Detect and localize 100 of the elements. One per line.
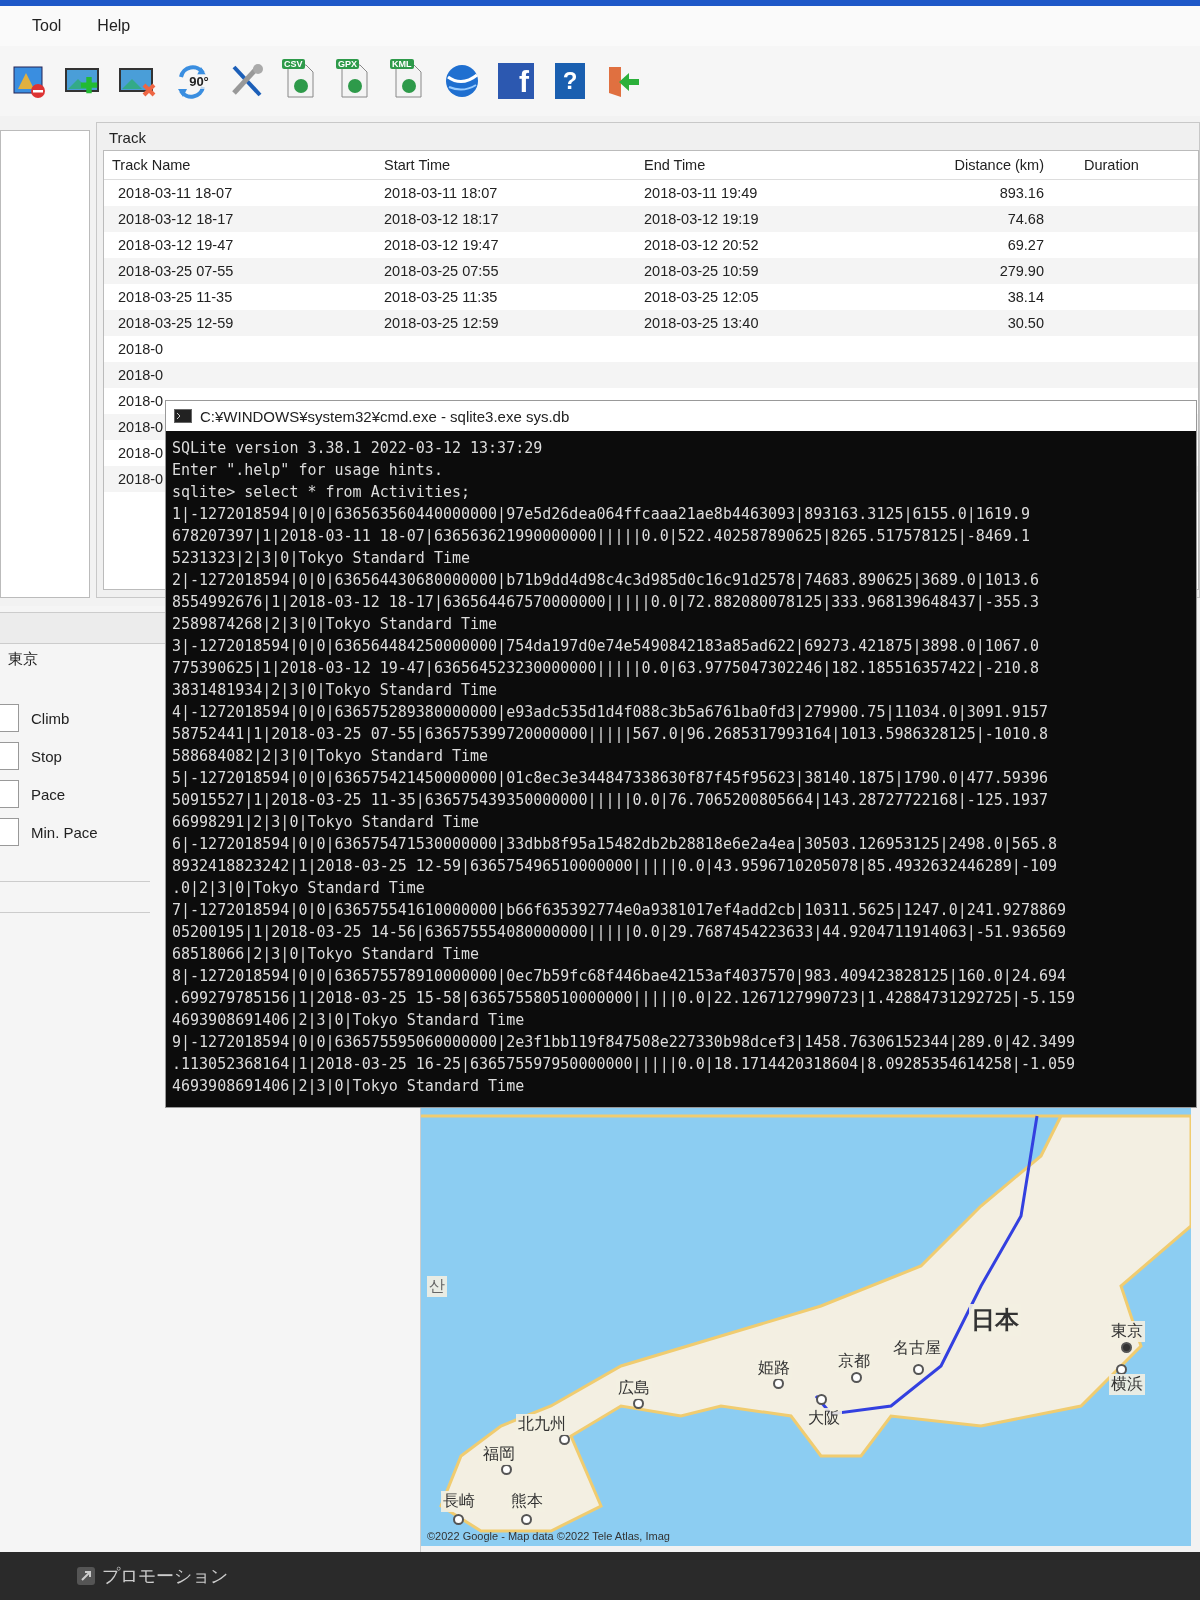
console-line: 5231323|2|3|0|Tokyo Standard Time: [172, 548, 471, 569]
table-cell: 2018-03-25 13:40: [644, 315, 759, 331]
field-label: Climb: [31, 709, 70, 727]
map-label: 名古屋: [891, 1338, 943, 1359]
table-cell: 2018-03-25 11-35: [118, 289, 233, 305]
location-label: 東京: [8, 650, 38, 667]
console-line: 678207397|1|2018-03-11 18-07|636563621990000000|||||0.0|522.402587890625|8265.517578125|-8469.1: [172, 526, 1031, 547]
window-title: C:¥WINDOWS¥system32¥cmd.exe - sqlite3.exe sys.db: [200, 407, 570, 425]
table-cell: 2018-03-12 19:47: [384, 237, 499, 253]
input-field[interactable]: [0, 818, 19, 846]
console-line: sqlite> select * from Activities;: [172, 482, 471, 503]
table-cell: 2018-03-12 18-17: [118, 211, 234, 227]
input-field[interactable]: [0, 742, 19, 770]
field-label: Min. Pace: [31, 823, 98, 841]
console-line: 9|-1272018594|0|0|636575595060000000|2e3f1bb119f847508e227330b98dcef3|1458.76306152344|289.0|42.3499: [172, 1032, 1077, 1053]
table-cell: 2018-03-25 12:05: [644, 289, 759, 305]
column-header[interactable]: Distance (km): [954, 157, 1044, 173]
map-label: 姫路: [756, 1358, 792, 1379]
table-cell: 2018-03-12 18:17: [384, 211, 499, 227]
map-label: 長崎: [441, 1491, 477, 1512]
console-line: 8554992676|1|2018-03-12 18-17|636564467570000000|||||0.0|72.882080078125|333.968139648437|-355.3: [172, 592, 1040, 613]
city-marker-icon: [913, 1364, 924, 1375]
table-cell: 2018-03-12 19:19: [644, 211, 759, 227]
table-cell: 2018-03-25 07-55: [118, 263, 234, 279]
console-line: 8|-1272018594|0|0|636575578910000000|0ec7b59fc68f446bae42153af4037570|983.409423828125|160.0|24.694: [172, 966, 1068, 987]
export-button[interactable]: KML: [386, 57, 430, 105]
console-line: 2589874268|2|3|0|Tokyo Standard Time: [172, 614, 499, 635]
table-cell: 2018-03-11 19:49: [644, 185, 758, 201]
table-cell: 2018-03-25 12-59: [118, 315, 234, 331]
field-label: Stop: [31, 747, 62, 765]
console-line: 3|-1272018594|0|0|636564484250000000|754da197d0e74e5490842183a85ad622|69273.421875|3898.0|1067.0: [172, 636, 1040, 657]
document-icon: [285, 63, 315, 99]
column-header[interactable]: Start Time: [384, 157, 451, 173]
console-line: 50915527|1|2018-03-25 11-35|636575439350000000|||||0.0|76.7065200805664|143.28727722168|-125.1937: [172, 790, 1049, 811]
map-label: 北九州: [516, 1414, 568, 1435]
table-cell: 2018-03-25 12:59: [384, 315, 499, 331]
console-line: SQLite version 3.38.1 2022-03-12 13:37:29: [172, 438, 544, 459]
map-label: 福岡: [481, 1444, 517, 1465]
console-line: .0|2|3|0|Tokyo Standard Time: [172, 878, 426, 899]
console-line: 1|-1272018594|0|0|636563560440000000|97e5d26dea064ffcaaa21ae8b4463093|893163.3125|6155.0|1619.9: [172, 504, 1031, 525]
input-field[interactable]: [0, 780, 19, 808]
map-label: 東京: [1109, 1321, 1145, 1342]
table-cell: 279.90: [999, 263, 1044, 279]
map-label: 산: [427, 1276, 447, 1297]
document-icon: [393, 63, 423, 99]
table-cell: 2018-0: [118, 445, 164, 461]
table-cell: 2018-03-11 18:07: [384, 185, 498, 201]
export-button[interactable]: CSV: [278, 57, 322, 105]
globe-icon: [443, 63, 481, 99]
table-cell: 2018-03-12 19-47: [118, 237, 234, 253]
table-cell: 38.14: [1007, 289, 1044, 305]
table-cell: 69.27: [1007, 237, 1044, 253]
map-label: 横浜: [1109, 1374, 1145, 1395]
panel-title: Track: [109, 129, 147, 146]
table-cell: 2018-03-25 11:35: [384, 289, 498, 305]
console-line: Enter ".help" for usage hints.: [172, 460, 444, 481]
console-line: 775390625|1|2018-03-12 19-47|636564523230000000|||||0.0|63.9775047302246|182.185516357422|-210.8: [172, 658, 1040, 679]
console-line: 588684082|2|3|0|Tokyo Standard Time: [172, 746, 490, 767]
table-cell: 2018-0: [118, 367, 164, 383]
taskbar-item[interactable]: プロモーション: [70, 1563, 234, 1589]
console-line: 6|-1272018594|0|0|636575471530000000|33dbb8f95a15482db2b28818e6e2a4ea|30503.126953125|2498.0|565.8: [172, 834, 1058, 855]
column-header[interactable]: Track Name: [112, 157, 191, 173]
map-attribution: ©2022 Google - Map data ©2022 Tele Atlas, Imag: [427, 1530, 670, 1542]
console-line: 3831481934|2|3|0|Tokyo Standard Time: [172, 680, 499, 701]
city-marker-icon: [453, 1514, 464, 1525]
field-label: Pace: [31, 785, 66, 803]
console-line: 68518066|2|3|0|Tokyo Standard Time: [172, 944, 481, 965]
map-label: 熊本: [509, 1491, 545, 1512]
city-marker-icon: [816, 1394, 827, 1405]
export-button[interactable]: GPX: [332, 57, 376, 105]
map-remove-icon: [12, 63, 48, 99]
console-icon: [174, 409, 192, 423]
app-icon: [76, 1566, 96, 1586]
map-label: 大阪: [806, 1408, 842, 1429]
table-cell: 74.68: [1007, 211, 1044, 227]
table-cell: 2018-03-25 10:59: [644, 263, 759, 279]
console-line: 58752441|1|2018-03-25 07-55|636575399720000000|||||567.0|96.2685317993164|1013.5986328125|-1010.8: [172, 724, 1049, 745]
map-label: 広島: [616, 1378, 652, 1399]
column-header[interactable]: End Time: [644, 157, 706, 173]
table-cell: 2018-03-12 20:52: [644, 237, 759, 253]
table-cell: 2018-0: [118, 393, 164, 409]
rotate-button[interactable]: 90°: [170, 57, 214, 105]
city-marker-icon: [521, 1514, 532, 1525]
menu-item[interactable]: Help: [93, 15, 135, 37]
console-line: 4693908691406|2|3|0|Tokyo Standard Time: [172, 1010, 526, 1031]
console-line: 5|-1272018594|0|0|636575421450000000|01c8ec3e344847338630f87f45f95623|38140.1875|1790.0|477.59396: [172, 768, 1049, 789]
console-line: .699279785156|1|2018-03-25 15-58|636575580510000000|||||0.0|22.1267127990723|1.42884731292725|-5.159: [172, 988, 1077, 1009]
table-cell: 30.50: [1007, 315, 1044, 331]
menu-item[interactable]: Tool: [28, 15, 66, 37]
table-cell: 2018-03-11 18-07: [118, 185, 233, 201]
console-line: .113052368164|1|2018-03-25 16-25|636575597950000000|||||0.0|18.1714420318604|8.09285354614258|-1.059: [172, 1054, 1077, 1075]
table-cell: 2018-03-25 07:55: [384, 263, 499, 279]
console-line: 7|-1272018594|0|0|636575541610000000|b66f635392774e0a9381017ef4add2cb|10311.5625|1247.0|241.9278869: [172, 900, 1068, 921]
input-field[interactable]: [0, 704, 19, 732]
console-line: 66998291|2|3|0|Tokyo Standard Time: [172, 812, 481, 833]
console-line: 4693908691406|2|3|0|Tokyo Standard Time: [172, 1076, 526, 1097]
table-cell: 2018-0: [118, 341, 164, 357]
column-header[interactable]: Duration: [1084, 157, 1139, 173]
console-line: 05200195|1|2018-03-25 14-56|636575554080000000|||||0.0|29.7687454223633|44.9204711914063|-51.936569: [172, 922, 1068, 943]
document-icon: [339, 63, 369, 99]
